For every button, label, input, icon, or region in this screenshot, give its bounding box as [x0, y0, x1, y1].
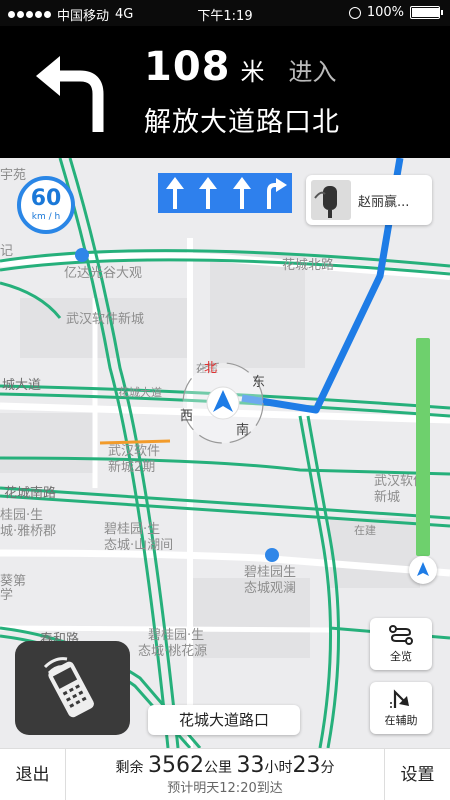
album-art-icon — [311, 180, 351, 220]
compass-west: 西 — [180, 409, 193, 424]
remain-minutes-unit: 分 — [320, 760, 335, 776]
remain-distance-unit: 公里 — [204, 760, 232, 776]
straight-arrow-icon — [192, 173, 226, 213]
next-road-name: 解放大道路口北 — [144, 107, 340, 138]
map-label-area: 在建 — [354, 524, 376, 537]
battery-percent: 100% — [366, 5, 404, 20]
music-widget[interactable]: 赵丽赢... — [306, 175, 432, 225]
remain-hours: 33 — [236, 753, 265, 778]
bottom-bar: 退出 剩余 3562公里 33小时23分 预计明天12:20到达 设置 — [0, 748, 450, 800]
map-label-area: 学 — [0, 588, 14, 603]
phone-button[interactable] — [15, 641, 130, 735]
side-road-icon — [390, 689, 409, 708]
status-right: 100% — [348, 5, 443, 20]
remaining-row: 剩余 3562公里 33小时23分 — [66, 753, 384, 778]
car-position-marker — [409, 556, 437, 584]
speed-limit-unit: km / h — [31, 212, 61, 222]
compass-south: 南 — [236, 422, 249, 438]
straight-arrow-icon — [225, 173, 259, 213]
distance-row: 108 米 进入 — [144, 44, 337, 90]
turn-action: 进入 — [288, 58, 337, 86]
compass-north: 北 — [204, 361, 217, 376]
side-road-button[interactable]: 在辅助 — [370, 682, 432, 734]
map-view[interactable]: 亿达光谷大观 花城北路 武汉软件新城 城大道 花城大道 武汉软件 新城2期 武汉… — [0, 158, 450, 748]
map-label-area: 态城·山湖间 — [104, 538, 174, 553]
map-label-area: 新城2期 — [108, 460, 156, 475]
side-road-label: 在辅助 — [384, 714, 418, 727]
map-label-area: 武汉软件新城 — [66, 312, 145, 327]
compass-east: 东 — [252, 375, 265, 390]
battery-icon — [410, 6, 443, 19]
map-label-road: 花城北路 — [282, 258, 335, 273]
current-road-label: 花城大道路口 — [148, 705, 300, 735]
turn-right-arrow-icon — [259, 173, 293, 213]
map-label-area: 记 — [0, 244, 14, 259]
eta-text: 预计明天12:20到达 — [167, 781, 283, 796]
settings-button[interactable]: 设置 — [384, 749, 450, 800]
remain-minutes: 23 — [292, 753, 321, 778]
battery-fill — [412, 8, 440, 17]
overview-button[interactable]: 全览 — [370, 618, 432, 670]
route-progress-bar — [416, 338, 430, 556]
lane-guidance — [158, 173, 292, 213]
straight-arrow-icon — [158, 173, 192, 213]
remain-prefix: 剩余 — [115, 760, 144, 776]
rotation-lock-icon — [348, 6, 361, 19]
map-label-poi: 亿达光谷大观 — [64, 266, 143, 281]
exit-button[interactable]: 退出 — [0, 749, 66, 800]
turn-left-icon — [36, 56, 104, 132]
phone-icon — [43, 657, 94, 718]
map-label-area: 城·雅桥郡 — [0, 524, 57, 539]
map-label-area: 态城观澜 — [244, 581, 297, 596]
speed-limit-sign: 60 km / h — [17, 176, 75, 234]
speed-limit-value: 60 — [30, 186, 62, 211]
map-label-area: 态城·桃花源 — [138, 644, 208, 659]
music-artist: 赵丽赢... — [358, 194, 410, 210]
remain-distance: 3562 — [148, 753, 204, 778]
trip-summary: 剩余 3562公里 33小时23分 预计明天12:20到达 — [66, 753, 384, 796]
compass-indicator[interactable]: 北 东 南 西 — [178, 358, 268, 448]
distance-unit: 米 — [240, 58, 265, 86]
remain-hours-unit: 小时 — [264, 760, 293, 776]
map-label-road: 城大道 — [2, 378, 42, 393]
overview-label: 全览 — [390, 650, 412, 663]
map-label-road: 花城大道 — [118, 386, 162, 399]
distance-value: 108 — [144, 44, 231, 90]
map-label-area: 新城 — [374, 490, 401, 505]
map-label-road: 花城南路 — [4, 486, 57, 501]
guidance-panel: 108 米 进入 解放大道路口北 — [0, 26, 450, 158]
status-bar: 中国移动 4G 下午1:19 100% — [0, 0, 450, 26]
overview-icon — [389, 625, 413, 645]
map-label-area: 宇苑 — [0, 168, 27, 183]
